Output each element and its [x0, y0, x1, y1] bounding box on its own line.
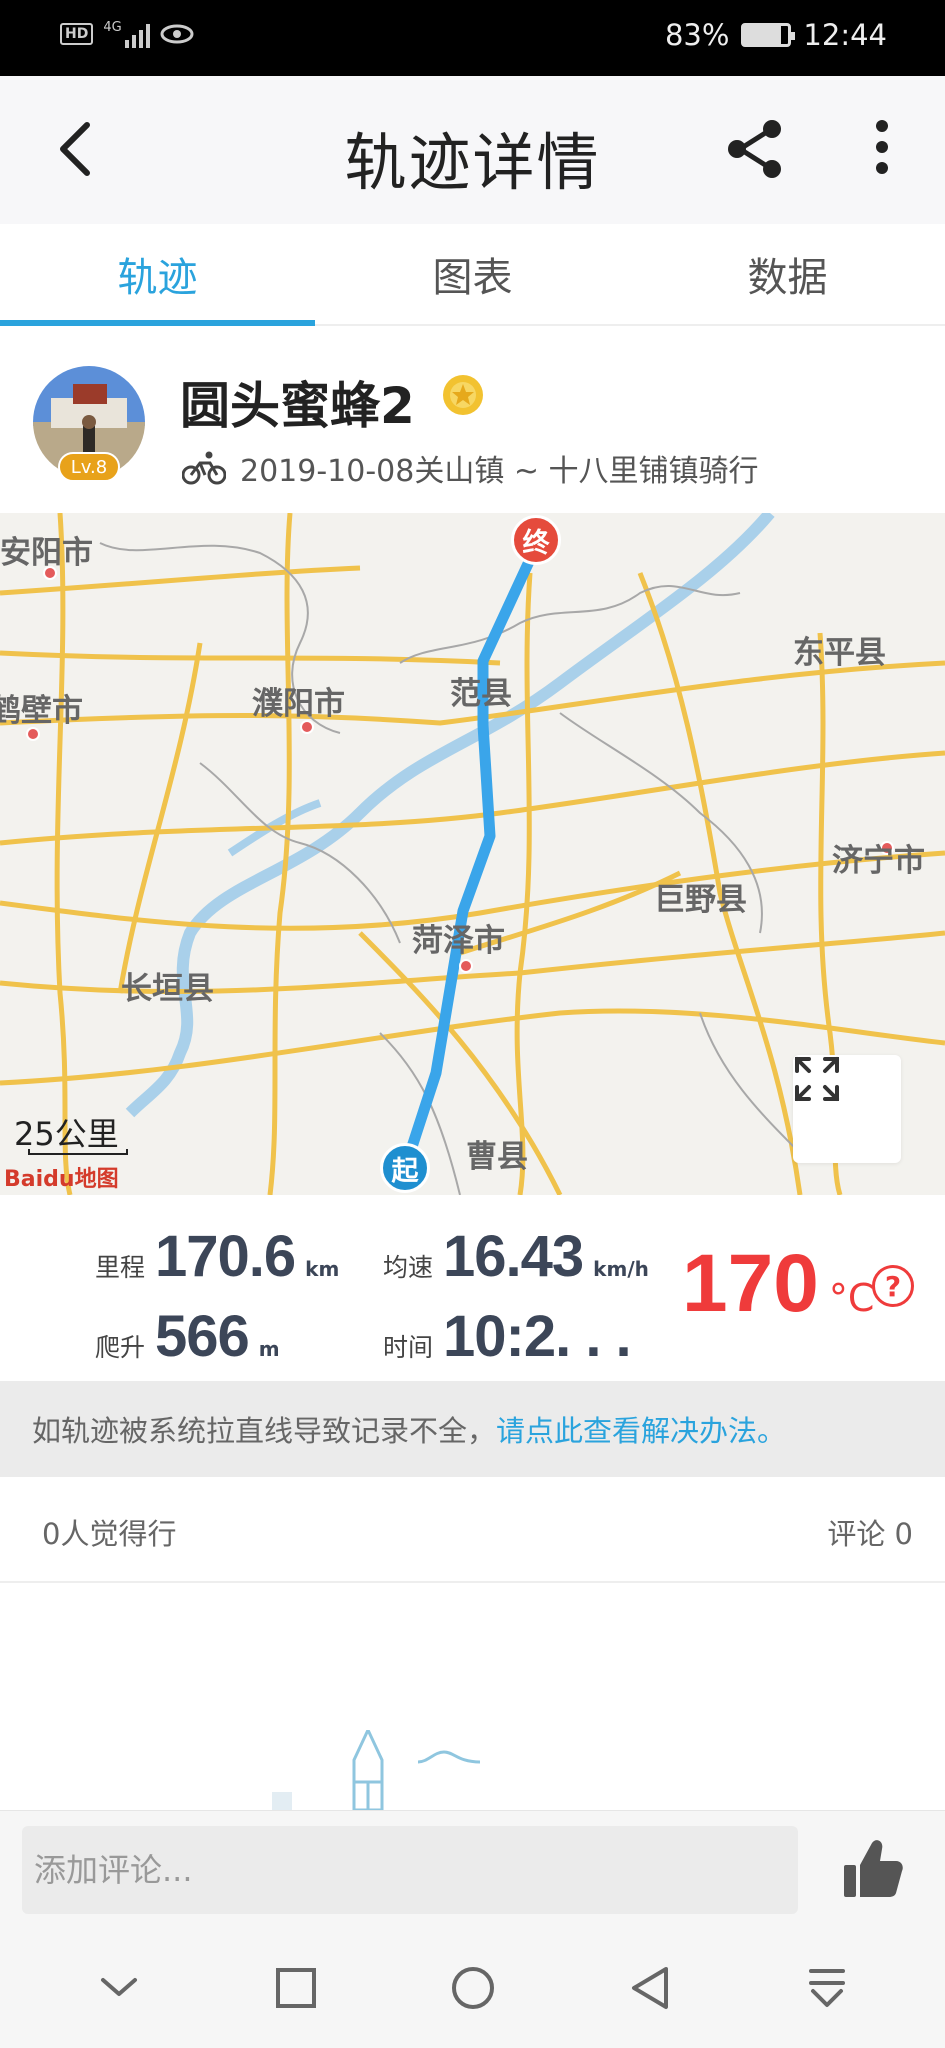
map-scale-bar: [28, 1149, 128, 1155]
route-start-marker[interactable]: 起: [380, 1143, 430, 1193]
map-city-anyang: 安阳市: [0, 535, 93, 571]
status-bar: HD 4G 83% 12:44: [0, 0, 945, 76]
notice-link[interactable]: 请点此查看解决办法。: [496, 1408, 786, 1450]
stat-speed: 均速 16.43 km/h: [383, 1223, 649, 1290]
temperature: 170 °C: [682, 1237, 874, 1331]
share-button[interactable]: [722, 116, 788, 182]
map-city-heze: 菏泽市: [412, 923, 505, 959]
circle-icon: [451, 1967, 494, 2009]
stat-distance-label: 里程: [95, 1253, 146, 1282]
nav-back-button[interactable]: [610, 1948, 690, 2028]
stat-distance: 里程 170.6 km: [95, 1223, 339, 1290]
hd-icon: HD: [60, 23, 94, 45]
tab-bar: 轨迹 图表 数据: [0, 224, 945, 326]
status-right: 83% 12:44: [665, 18, 887, 52]
map-city-changyuan: 长垣县: [121, 971, 214, 1007]
stat-distance-unit: km: [305, 1257, 340, 1281]
battery-percent: 83%: [664, 18, 730, 52]
more-vertical-icon: [876, 120, 888, 174]
eye-icon: [160, 24, 194, 44]
square-icon: [275, 1968, 316, 2008]
share-icon: [728, 120, 781, 178]
ride-description: 2019-10-08关山镇 ~ 十八里铺镇骑行: [240, 454, 759, 489]
map-city-jining: 济宁市: [832, 843, 925, 879]
status-left: HD 4G: [60, 20, 194, 48]
chevron-down-icon: [100, 1978, 137, 1996]
clock: 12:44: [803, 18, 887, 52]
system-nav-bar: [0, 1928, 945, 2048]
comment-bar: [0, 1810, 945, 1928]
stat-climb-unit: m: [258, 1337, 280, 1361]
like-button[interactable]: [840, 1835, 906, 1901]
notice-banner: 如轨迹被系统拉直线导致记录不全， 请点此查看解决办法。: [0, 1381, 945, 1477]
page-title: 轨迹详情: [344, 126, 601, 199]
level-badge: Lv.8: [58, 452, 120, 482]
stat-climb: 爬升 566 m: [95, 1303, 280, 1370]
stat-time-label: 时间: [383, 1333, 434, 1362]
route-end-marker[interactable]: 终: [511, 515, 561, 565]
nav-notifications-button[interactable]: [787, 1948, 867, 2028]
fullscreen-icon: [795, 1057, 839, 1101]
nav-collapse-button[interactable]: [79, 1948, 159, 2028]
stat-distance-value: 170.6: [155, 1224, 296, 1289]
map-city-hebi: 鹤壁市: [0, 693, 83, 729]
thumbs-up-icon: [844, 1840, 903, 1897]
social-row: 0人觉得行 评论 0: [0, 1477, 945, 1583]
tab-data[interactable]: 数据: [630, 224, 945, 324]
stat-speed-unit: km/h: [593, 1257, 649, 1281]
medal-icon: [443, 375, 483, 415]
battery-icon: [741, 23, 796, 47]
route-map[interactable]: 安阳市 鹤壁市 濮阳市 范县 东平县 济宁市 巨野县 菏泽市 长垣县 曹县 终 …: [0, 513, 945, 1195]
battery-fill: [744, 26, 781, 44]
profile-section: Lv.8 圆头蜜蜂2 2019-10-08关山镇 ~ 十八里铺镇骑行: [0, 328, 945, 513]
network-type: 4G: [103, 20, 122, 35]
stat-speed-label: 均速: [383, 1253, 434, 1282]
map-city-caoxian: 曹县: [466, 1139, 528, 1175]
stat-climb-label: 爬升: [95, 1333, 146, 1362]
temperature-unit: °C: [828, 1276, 875, 1320]
temperature-value: 170: [682, 1238, 819, 1329]
tab-chart[interactable]: 图表: [315, 224, 630, 324]
empty-state-illustration: [272, 1730, 481, 1810]
comment-input[interactable]: [22, 1826, 798, 1914]
nav-home-button[interactable]: [433, 1948, 513, 2028]
notice-text: 如轨迹被系统拉直线导致记录不全，: [32, 1414, 497, 1448]
signal-icon: 4G: [103, 20, 150, 48]
fullscreen-button[interactable]: [793, 1055, 901, 1163]
likes-count[interactable]: 0人觉得行: [42, 1511, 176, 1553]
map-city-puyang: 濮阳市: [252, 686, 345, 722]
comments-count[interactable]: 评论 0: [827, 1511, 913, 1553]
tab-track[interactable]: 轨迹: [0, 224, 315, 326]
stat-time-value: 10:2. . .: [443, 1304, 632, 1369]
username[interactable]: 圆头蜜蜂2: [180, 366, 415, 438]
stat-time: 时间 10:2. . .: [383, 1303, 632, 1370]
app-bar: 轨迹详情: [0, 76, 945, 224]
stat-speed-value: 16.43: [443, 1224, 584, 1289]
map-city-fanxian: 范县: [450, 676, 512, 712]
more-button[interactable]: [862, 116, 902, 182]
triangle-back-icon: [631, 1967, 668, 2009]
question-circle-icon[interactable]: ?: [872, 1265, 914, 1307]
ride-info: 2019-10-08关山镇 ~ 十八里铺镇骑行: [182, 446, 759, 490]
bicycle-icon: [182, 451, 226, 485]
nav-recents-button[interactable]: [256, 1948, 336, 2028]
map-logo: Baidu地图: [4, 1167, 119, 1192]
stat-climb-value: 566: [155, 1304, 250, 1369]
map-city-juye: 巨野县: [654, 882, 747, 918]
map-city-dongping: 东平县: [793, 635, 886, 671]
ride-stats: 里程 170.6 km 均速 16.43 km/h 爬升 566 m 时间 10…: [0, 1195, 945, 1381]
download-icon: [808, 1969, 845, 2007]
